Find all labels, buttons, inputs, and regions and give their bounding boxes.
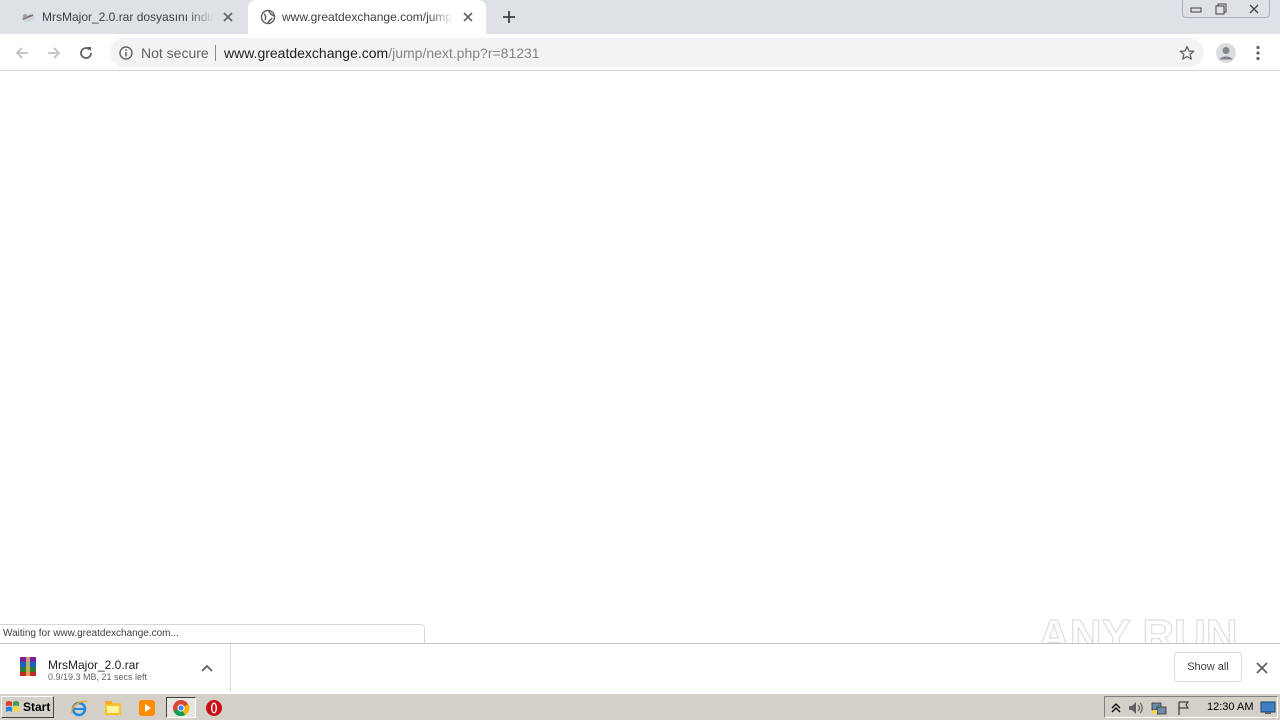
tab-download-page[interactable]: MrsMajor_2.0.rar dosyasını indir - do	[0, 0, 246, 34]
download-item[interactable]: MrsMajor_2.0.rar 0.9/19.3 MB, 21 secs le…	[0, 644, 231, 692]
plus-icon	[503, 11, 515, 23]
system-tray: 12:30 AM	[1104, 696, 1278, 718]
download-filename: MrsMajor_2.0.rar	[48, 658, 140, 672]
tab-greatdexchange[interactable]: www.greatdexchange.com/jump/ne	[248, 0, 486, 34]
url-path: /jump/next.php?r=81231	[388, 45, 540, 61]
download-progress: 0.9/19.3 MB, 21 secs left	[48, 672, 148, 682]
close-shelf-icon[interactable]	[1252, 658, 1272, 678]
restore-button[interactable]	[1208, 0, 1234, 18]
volume-icon[interactable]	[1127, 699, 1145, 717]
windows-taskbar: Start 12:30 AM	[0, 693, 1280, 720]
start-button[interactable]: Start	[1, 696, 54, 718]
reload-icon	[80, 47, 92, 59]
download-shelf: MrsMajor_2.0.rar 0.9/19.3 MB, 21 secs le…	[0, 643, 1280, 692]
cloud-download-icon	[20, 9, 36, 25]
show-all-button[interactable]: Show all	[1174, 652, 1242, 682]
show-desktop-icon[interactable]	[1259, 699, 1277, 717]
globe-icon	[260, 9, 276, 25]
restore-icon	[1215, 3, 1227, 15]
arrow-left-icon	[15, 47, 28, 59]
tab-title: MrsMajor_2.0.rar dosyasını indir - do	[42, 10, 214, 24]
clock[interactable]: 12:30 AM	[1207, 701, 1253, 713]
show-hidden-icons-icon[interactable]	[1107, 699, 1125, 717]
opera-icon[interactable]	[203, 697, 225, 718]
tab-title: www.greatdexchange.com/jump/ne	[282, 10, 454, 24]
browser-toolbar: Not secure www.greatdexchange.com/jump/n…	[0, 34, 1280, 71]
url-text[interactable]: www.greatdexchange.com/jump/next.php?r=8…	[224, 45, 540, 61]
reload-button[interactable]	[73, 40, 99, 66]
minimize-button[interactable]	[1183, 0, 1209, 18]
url-host: www.greatdexchange.com	[224, 45, 389, 61]
info-icon[interactable]	[118, 45, 134, 61]
tab-strip: MrsMajor_2.0.rar dosyasını indir - do ww…	[0, 0, 1280, 34]
arrow-right-icon	[48, 47, 61, 59]
action-center-flag-icon[interactable]	[1175, 699, 1193, 717]
media-player-icon[interactable]	[136, 697, 158, 718]
security-label[interactable]: Not secure	[141, 45, 209, 61]
close-window-button[interactable]	[1240, 0, 1268, 18]
file-explorer-icon[interactable]	[102, 697, 124, 718]
new-tab-button[interactable]	[498, 6, 520, 28]
divider	[215, 45, 216, 61]
page-viewport	[0, 72, 1280, 643]
status-bubble: Waiting for www.greatdexchange.com...	[0, 624, 425, 643]
close-icon	[1249, 4, 1259, 14]
tab-close-icon[interactable]	[460, 9, 476, 25]
rar-archive-icon	[18, 655, 38, 677]
chrome-icon[interactable]	[166, 697, 196, 718]
start-label: Start	[23, 700, 51, 714]
profile-avatar-icon[interactable]	[1214, 41, 1238, 65]
chevron-up-icon[interactable]	[198, 659, 216, 677]
tab-close-icon[interactable]	[220, 9, 236, 25]
address-bar[interactable]: Not secure www.greatdexchange.com/jump/n…	[110, 38, 1204, 67]
windows-logo-icon	[6, 701, 19, 712]
network-icon[interactable]	[1150, 699, 1168, 717]
minimize-icon	[1190, 7, 1202, 13]
forward-button[interactable]	[41, 40, 67, 66]
kebab-menu-icon[interactable]	[1250, 41, 1266, 65]
internet-explorer-icon[interactable]	[68, 697, 90, 718]
back-button[interactable]	[9, 40, 35, 66]
bookmark-star-icon[interactable]	[1178, 44, 1196, 62]
